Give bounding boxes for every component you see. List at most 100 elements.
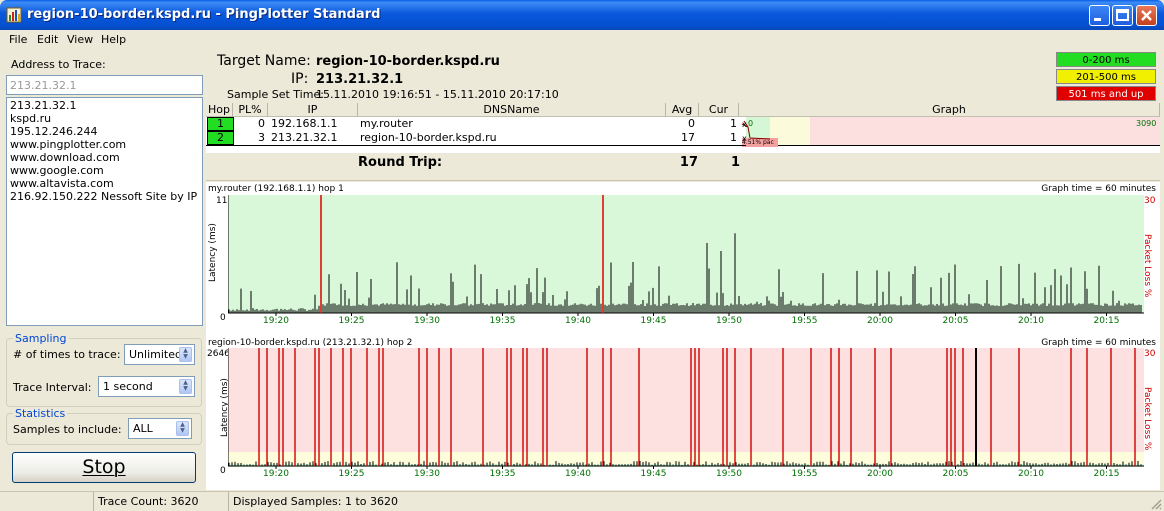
- loss-max-label: 30: [1144, 196, 1156, 206]
- target-name-value: region-10-border.kspd.ru: [316, 54, 500, 69]
- x-tick-label: 19:30: [414, 316, 440, 324]
- dns-value: my.router: [360, 117, 413, 130]
- history-item[interactable]: kspd.ru: [10, 112, 199, 125]
- latency-graph-hop2[interactable]: region-10-border.kspd.ru (213.21.32.1) h…: [206, 337, 1160, 490]
- avg-value: 0: [688, 117, 695, 130]
- y-max-label: 2646: [207, 349, 230, 359]
- trace-interval-value: 1 second: [103, 380, 153, 393]
- x-tick-label: 19:45: [641, 469, 667, 477]
- x-tick-label: 19:25: [339, 469, 365, 477]
- menu-edit[interactable]: Edit: [37, 33, 58, 46]
- sample-set-label: Sample Set Time:: [227, 88, 324, 101]
- minimize-icon: [1094, 18, 1101, 21]
- history-item[interactable]: 195.12.246.244: [10, 125, 199, 138]
- column-avg[interactable]: Avg: [666, 103, 699, 117]
- red-zone: [228, 348, 1144, 452]
- window-title: region-10-border.kspd.ru - PingPlotter S…: [27, 7, 381, 22]
- ip-value: 192.168.1.1: [271, 117, 338, 130]
- svg-text:x: x: [742, 134, 747, 143]
- column-graph[interactable]: Graph: [739, 103, 1160, 117]
- pingplotter-app-icon[interactable]: [6, 7, 22, 23]
- close-button[interactable]: [1136, 5, 1157, 26]
- stop-button[interactable]: Stop: [12, 452, 196, 483]
- target-ip-value: 213.21.32.1: [316, 72, 404, 87]
- column-ip[interactable]: IP: [268, 103, 358, 117]
- pl-value: 0: [258, 117, 265, 130]
- svg-text:x: x: [742, 120, 747, 129]
- trace-interval-label: Trace Interval:: [13, 381, 92, 394]
- maximize-button[interactable]: [1112, 5, 1133, 26]
- x-tick-label: 19:50: [716, 316, 742, 324]
- y-min-label: 0: [220, 466, 226, 476]
- status-separator: [228, 492, 229, 511]
- history-item[interactable]: www.google.com: [10, 164, 199, 177]
- round-trip-avg: 17: [679, 155, 698, 170]
- menu-file[interactable]: File: [9, 33, 27, 46]
- legend-yellow: 201-500 ms: [1056, 69, 1156, 84]
- table-row[interactable]: 2 3 213.21.32.1 region-10-border.kspd.ru…: [206, 131, 1160, 145]
- x-tick-label: 19:30: [414, 469, 440, 477]
- times-to-trace-select[interactable]: Unlimited ▲ ▼: [124, 344, 195, 365]
- title-bar[interactable]: region-10-border.kspd.ru - PingPlotter S…: [0, 0, 1164, 30]
- pl-value: 3: [258, 131, 265, 144]
- history-item[interactable]: 213.21.32.1: [10, 99, 199, 112]
- maximize-icon: [1116, 9, 1129, 21]
- mini-latency-trace: x x: [741, 120, 770, 143]
- spinner-arrows-icon[interactable]: ▲ ▼: [176, 421, 189, 436]
- status-bar: Trace Count: 3620 Displayed Samples: 1 t…: [0, 491, 1164, 511]
- graph-title: my.router (192.168.1.1) hop 1: [208, 184, 344, 194]
- table-row[interactable]: 1 0 192.168.1.1 my.router 0 1: [206, 117, 1160, 131]
- round-trip-cur: 1: [730, 155, 740, 170]
- resize-grip-icon[interactable]: [1150, 498, 1162, 510]
- plot-area: 19:20 19:25 19:30 19:35 19:40 19:45 19:50 19:55…: [228, 348, 1144, 477]
- spinner-arrows-icon[interactable]: ▲ ▼: [179, 379, 192, 394]
- green-zone: [228, 195, 1144, 313]
- legend-green: 0-200 ms: [1056, 52, 1156, 67]
- latency-graph-hop1[interactable]: my.router (192.168.1.1) hop 1 Graph time…: [206, 182, 1160, 337]
- y-min-label: 0: [220, 313, 226, 323]
- hop-table-body: 3090 0 4.51% pac 1 0 192.168.1.1 my.rout…: [206, 117, 1160, 153]
- x-tick-label: 20:00: [867, 316, 893, 324]
- samples-to-include-label: Samples to include:: [13, 423, 122, 436]
- column-hop[interactable]: Hop: [206, 103, 233, 117]
- stop-button-label: Stop: [82, 456, 126, 478]
- y-max-label: 11: [216, 196, 228, 206]
- x-tick-label: 20:10: [1018, 469, 1044, 477]
- statistics-group-title: Statistics: [13, 407, 68, 420]
- x-tick-label: 19:55: [792, 316, 818, 324]
- x-tick-label: 19:35: [490, 469, 516, 477]
- x-tick-label: 19:35: [490, 316, 516, 324]
- trace-interval-select[interactable]: 1 second ▲ ▼: [98, 376, 195, 397]
- x-tick-label: 20:15: [1094, 469, 1120, 477]
- address-history-list[interactable]: 213.21.32.1 kspd.ru 195.12.246.244 www.p…: [6, 97, 203, 326]
- history-item[interactable]: www.download.com: [10, 151, 199, 164]
- target-name-label: Target Name:: [217, 53, 311, 69]
- history-item[interactable]: 216.92.150.222 Nessoft Site by IP: [10, 190, 199, 203]
- x-tick-label: 19:40: [565, 316, 591, 324]
- graph-separator: [746, 145, 1160, 146]
- minimize-button[interactable]: [1089, 5, 1110, 26]
- x-tick-label: 19:20: [263, 316, 289, 324]
- displayed-samples: Displayed Samples: 1 to 3620: [233, 495, 398, 508]
- history-item[interactable]: www.altavista.com: [10, 177, 199, 190]
- y-axis-label: Latency (ms): [208, 223, 218, 282]
- samples-to-include-select[interactable]: ALL ▲ ▼: [128, 418, 192, 439]
- x-tick-label: 19:55: [792, 469, 818, 477]
- column-dnsname[interactable]: DNSName: [358, 103, 666, 117]
- hop-number: 2: [207, 131, 234, 145]
- graph-title: region-10-border.kspd.ru (213.21.32.1) h…: [208, 338, 413, 348]
- plot-area: 19:20 19:25 19:30 19:35 19:40 19:45 19:50 19:55…: [228, 195, 1144, 324]
- graph-time-label: Graph time = 60 minutes: [1041, 184, 1156, 194]
- spinner-arrows-icon[interactable]: ▲ ▼: [179, 347, 192, 362]
- pane-divider[interactable]: [206, 180, 1160, 181]
- menu-view[interactable]: View: [67, 33, 93, 46]
- column-cur[interactable]: Cur: [699, 103, 739, 117]
- address-input[interactable]: 213.21.32.1: [6, 75, 203, 95]
- menu-help[interactable]: Help: [101, 33, 126, 46]
- history-item[interactable]: www.pingplotter.com: [10, 138, 199, 151]
- close-icon: [1141, 10, 1152, 21]
- x-tick-label: 20:10: [1018, 316, 1044, 324]
- x-tick-label: 20:15: [1094, 316, 1120, 324]
- column-pl[interactable]: PL%: [233, 103, 268, 117]
- trace-count: Trace Count: 3620: [98, 495, 199, 508]
